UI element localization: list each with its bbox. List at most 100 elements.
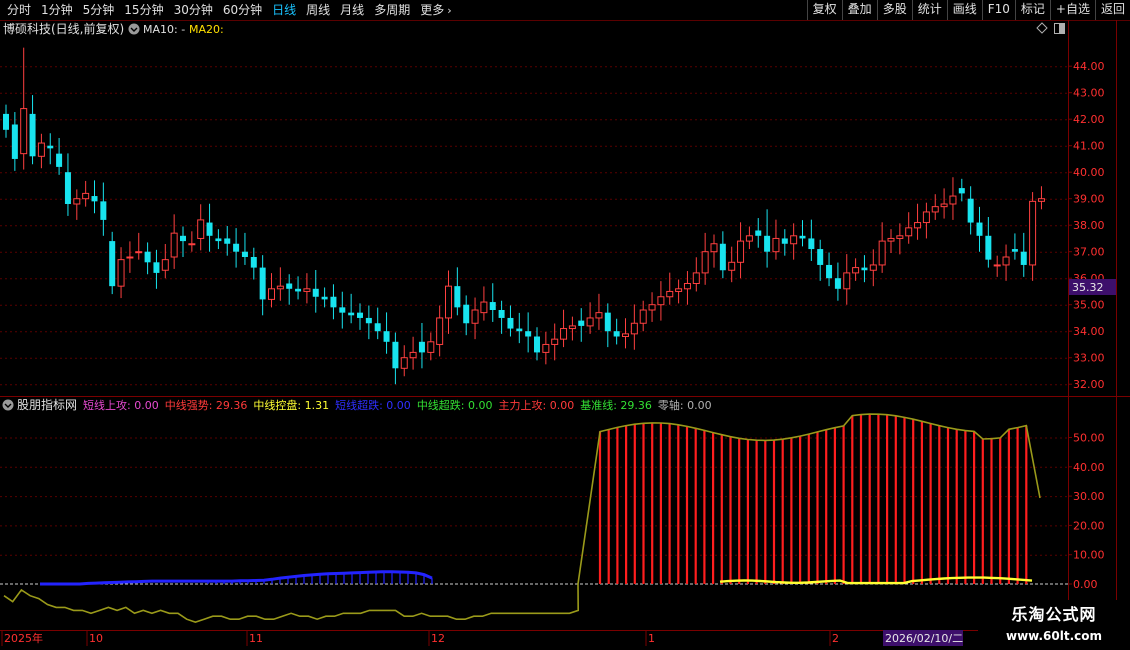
toolbar-buttons: 复权 叠加 多股 统计 画线 F10 标记 +自选 返回 [806,0,1130,20]
toolbar-button-8[interactable]: 返回 [1094,0,1130,20]
candle-body-down [826,264,833,279]
chevron-right-icon: › [447,4,452,17]
candle-body-down [834,278,841,289]
candle-body-up [878,240,886,266]
candle-body-up [896,235,904,239]
time-axis: 2025年 10 11 12 1 2 [1,631,839,646]
candle-body-up [400,357,408,369]
candle-body-up [1002,256,1010,266]
period-tab-1[interactable]: 1分钟 [36,0,78,20]
period-tab-9[interactable]: 多周期 [369,0,415,20]
candle-body-up [772,237,780,253]
candle-body-down [215,238,222,242]
price-tick-label: 44.00 [1073,60,1105,73]
toolbar-button-3[interactable]: 统计 [911,0,947,20]
candle-body-down [755,230,762,236]
watermark-title: 乐淘公式网 [1011,605,1097,624]
price-tick-label: 32.00 [1073,378,1105,391]
candle-body-up [949,195,957,205]
candle-body-down [312,288,319,297]
candle-body-down [180,235,186,242]
toolbar-button-2[interactable]: 多股 [876,0,912,20]
candle-body-up [666,290,674,298]
price-axis: 44.00 43.00 42.00 41.00 40.00 39.00 38.00 37.00… [1068,60,1105,391]
price-tick-label: 42.00 [1073,113,1105,126]
candle-body-down [144,251,151,263]
price-tick-label: 43.00 [1073,87,1105,100]
candle-body-up [197,219,205,239]
window-toggle-icon[interactable] [1054,23,1065,34]
period-tab-8[interactable]: 月线 [335,0,369,20]
more-label: 更多 [420,3,445,17]
candle-body-up [37,142,45,157]
candle-body-down [613,331,620,337]
indicator-tick-label: 20.00 [1073,519,1105,532]
indicator-axis: 50.00 40.00 30.00 20.00 10.00 0.00 [1068,432,1105,591]
candle-body-up [737,240,745,263]
candle-body-up [471,309,479,324]
candle-body-up [852,267,860,274]
period-tab-0[interactable]: 分时 [2,0,36,20]
candle-body-down [153,262,160,273]
candle-body-up [630,322,638,335]
time-tick-label: 10 [89,632,103,645]
candle-body-down [109,241,116,287]
candle-body-down [525,331,532,337]
candle-body-down [507,317,514,329]
legend-item-1: 中线强势: 29.36 [165,398,248,412]
period-tab-5[interactable]: 60分钟 [218,0,267,20]
toolbar-button-1[interactable]: 叠加 [841,0,877,20]
mid-control-line [719,576,1033,585]
ma-toggle-icon[interactable] [128,23,140,35]
price-tick-label: 35.00 [1073,299,1105,312]
period-tab-3[interactable]: 15分钟 [119,0,168,20]
candle-body-up [1029,200,1037,266]
candle-body-down [958,188,965,194]
candle-body-up [427,341,435,353]
candle-body-down [719,243,726,271]
candle-body-down [392,341,399,369]
candle-body-down [224,238,231,244]
watermark: 乐淘公式网 www.60lt.com [978,600,1130,650]
candle-body-down [418,341,425,353]
indicator-toggle-icon[interactable] [2,399,14,411]
toolbar-button-0[interactable]: 复权 [806,0,842,20]
ma20-label: MA20: [189,23,224,36]
price-tick-label: 34.00 [1073,325,1105,338]
indicator-tick-label: 10.00 [1073,549,1105,562]
stock-chart[interactable]: 44.00 43.00 42.00 41.00 40.00 39.00 38.00 37.00… [0,20,1130,650]
legend-item-5: 主力上攻: 0.00 [499,398,575,412]
legend-item-7: 零轴: 0.00 [658,398,712,412]
candle-body-down [1011,249,1018,252]
candle-body-down [985,235,992,260]
legend-item-2: 中线控盘: 1.31 [253,398,329,412]
candle-body-down [321,296,328,300]
candle-body-up [73,198,81,205]
toolbar-button-4[interactable]: 画线 [946,0,982,20]
period-tab-7[interactable]: 周线 [301,0,335,20]
time-tick-label: 12 [431,632,445,645]
candle-body-down [348,312,355,316]
watermark-url: www.60lt.com [1005,629,1103,643]
candle-body-down [516,328,523,332]
toolbar-button-7[interactable]: +自选 [1049,0,1095,20]
candle-body-up [710,243,718,253]
period-tab-4[interactable]: 30分钟 [169,0,218,20]
candle-body-down [967,198,974,223]
candle-body-up [728,261,736,271]
candle-body-down [250,257,257,268]
period-tab-6[interactable]: 日线 [267,0,301,20]
candle-body-up [914,222,922,229]
candle-body-up [161,259,169,271]
indicator-tick-label: 0.00 [1073,578,1098,591]
toolbar-button-6[interactable]: 标记 [1014,0,1050,20]
candle-body-up [551,338,559,345]
candle-body-down [604,312,611,332]
toolbar-button-5[interactable]: F10 [981,0,1015,20]
candle-body-up [409,351,417,359]
more-periods-button[interactable]: 更多 › [415,0,456,20]
current-price-text: 35.32 [1072,281,1104,294]
diamond-icon[interactable] [1036,22,1048,34]
period-tab-2[interactable]: 5分钟 [78,0,120,20]
short-attack-line [40,570,433,586]
